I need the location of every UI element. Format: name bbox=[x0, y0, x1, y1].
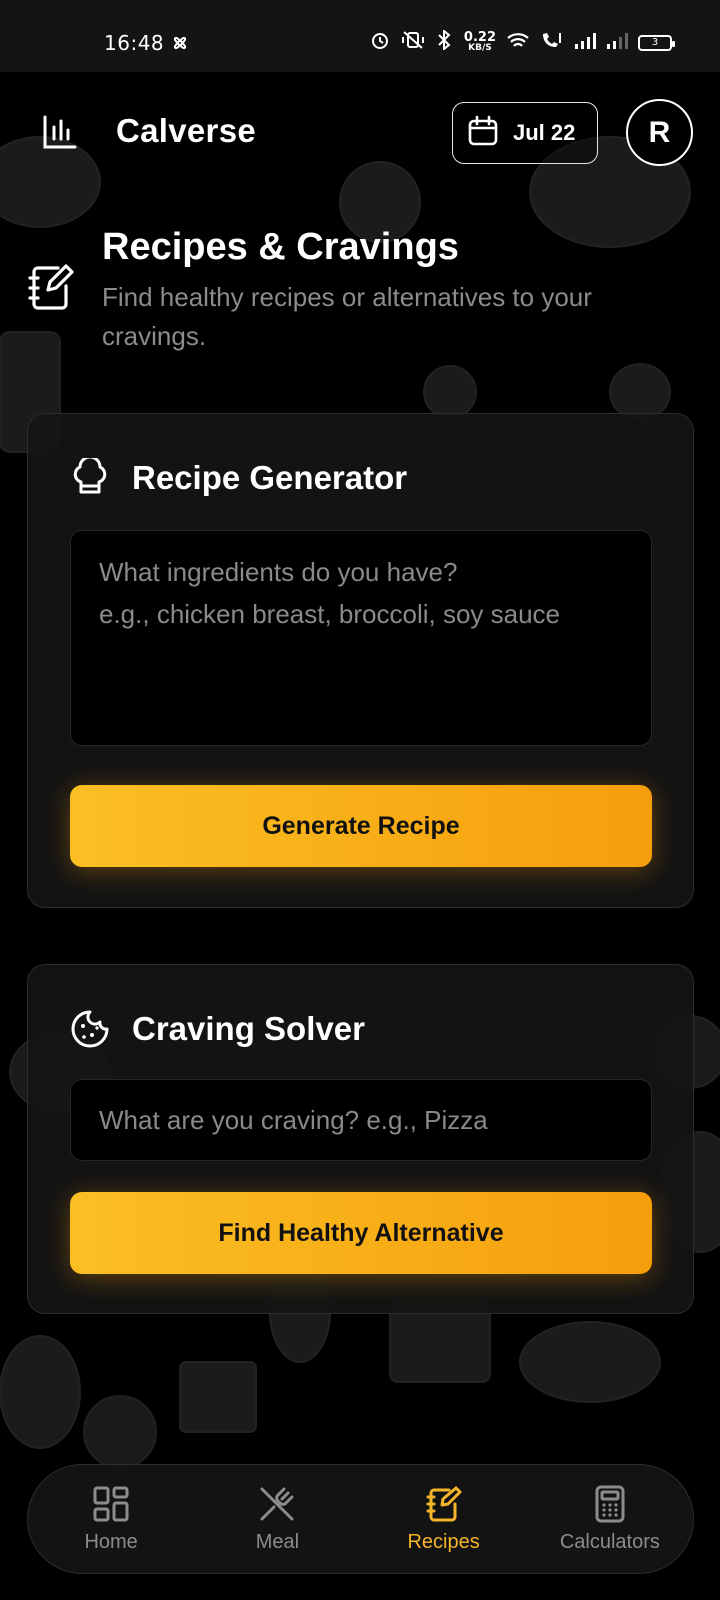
nav-label-recipes: Recipes bbox=[407, 1530, 480, 1553]
craving-solver-card: Craving Solver What are you craving? e.g… bbox=[27, 964, 694, 1314]
page-subtitle: Find healthy recipes or alternatives to … bbox=[102, 282, 592, 351]
battery-level: 3 bbox=[651, 37, 659, 48]
net-speed-unit: KB/S bbox=[468, 42, 492, 53]
net-speed: 0.22 KB/S bbox=[463, 29, 496, 53]
nav-item-calculators[interactable]: Calculators bbox=[527, 1465, 693, 1573]
alarm-icon bbox=[370, 30, 390, 55]
net-speed-value: 0.22 bbox=[463, 29, 496, 45]
wifi-icon bbox=[506, 31, 530, 55]
date-picker-button[interactable]: Jul 22 bbox=[452, 102, 598, 164]
nav-label-home: Home bbox=[84, 1530, 138, 1553]
nav-item-home[interactable]: Home bbox=[28, 1465, 194, 1573]
fan-icon bbox=[170, 33, 190, 58]
battery-icon: 3 bbox=[638, 34, 675, 51]
date-label: Jul 22 bbox=[513, 120, 576, 145]
nav-item-recipes[interactable]: Recipes bbox=[361, 1465, 527, 1573]
bar-chart-icon[interactable] bbox=[42, 114, 78, 150]
grid-icon bbox=[93, 1486, 129, 1521]
bottom-navigation: Home Meal Recipes Calculators bbox=[27, 1464, 694, 1574]
craving-solver-header: Craving Solver bbox=[70, 1009, 365, 1049]
utensils-icon bbox=[260, 1487, 294, 1520]
page-title: Recipes & Cravings bbox=[102, 226, 459, 268]
vibrate-off-icon bbox=[400, 30, 426, 55]
nav-label-meal: Meal bbox=[255, 1530, 300, 1553]
recipe-generator-title: Recipe Generator bbox=[132, 459, 408, 496]
craving-input[interactable]: What are you craving? e.g., Pizza bbox=[70, 1079, 652, 1161]
generate-recipe-button[interactable]: Generate Recipe bbox=[70, 785, 652, 867]
ingredients-textarea[interactable]: What ingredients do you have? e.g., chic… bbox=[70, 530, 652, 746]
nav-label-calculators: Calculators bbox=[559, 1530, 660, 1553]
volte-call-icon bbox=[540, 30, 564, 55]
calculator-icon bbox=[595, 1485, 625, 1522]
status-time: 16:48 bbox=[104, 31, 165, 55]
nav-item-meal[interactable]: Meal bbox=[194, 1465, 360, 1573]
notebook-pen-icon bbox=[426, 1486, 462, 1521]
system-status-bar: 16:48 0.22 KB/S 3 bbox=[0, 0, 720, 72]
notebook-pen-icon bbox=[28, 262, 74, 312]
recipe-generator-header: Recipe Generator bbox=[70, 455, 408, 498]
app-header: Calverse Jul 22 R bbox=[0, 72, 720, 192]
craving-solver-title: Craving Solver bbox=[132, 1010, 365, 1047]
find-healthy-alternative-button[interactable]: Find Healthy Alternative bbox=[70, 1192, 652, 1274]
app-title: Calverse bbox=[116, 112, 257, 149]
avatar[interactable]: R bbox=[626, 99, 693, 166]
signal-icon-2 bbox=[606, 31, 628, 55]
cookie-icon bbox=[70, 1009, 110, 1049]
calendar-icon bbox=[467, 115, 499, 152]
recipe-generator-card: Recipe Generator What ingredients do you… bbox=[27, 413, 694, 908]
status-icons: 0.22 KB/S 3 bbox=[370, 28, 675, 55]
bluetooth-icon bbox=[436, 28, 454, 55]
signal-icon-1 bbox=[574, 31, 596, 55]
chef-hat-icon bbox=[70, 455, 110, 498]
